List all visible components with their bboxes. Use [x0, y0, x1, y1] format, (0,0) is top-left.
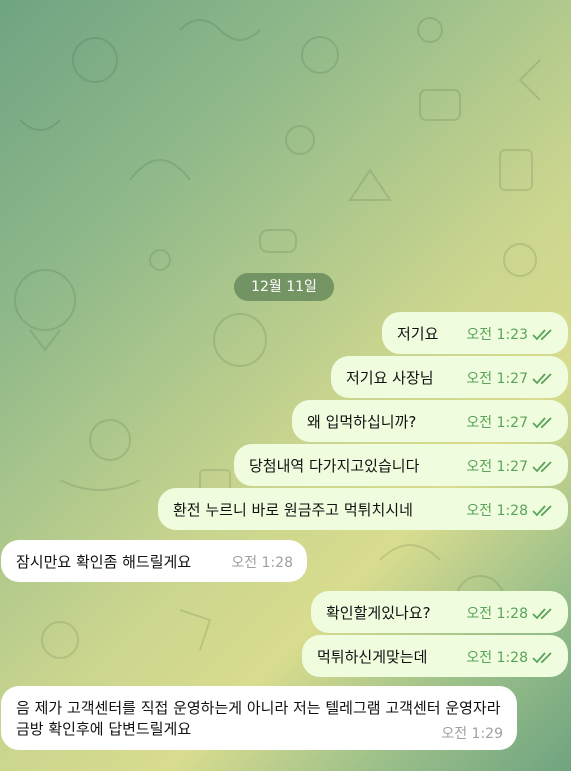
message-meta: 오전 1:27: [466, 457, 554, 477]
message-time: 오전 1:28: [231, 555, 293, 571]
message-time: 오전 1:27: [466, 371, 528, 387]
message-bubble-outgoing[interactable]: 저기요 사장님 오전 1:27: [331, 356, 568, 398]
message-text: 확인할게있나요?: [326, 604, 431, 622]
message-text: 잠시만요 확인좀 해드릴게요: [16, 553, 192, 571]
message-meta: 오전 1:23: [466, 325, 554, 345]
double-check-icon: [532, 461, 552, 473]
message-bubble-outgoing[interactable]: 먹튀하신게맞는데 오전 1:28: [302, 635, 568, 677]
message-time: 오전 1:27: [466, 415, 528, 431]
double-check-icon: [532, 329, 552, 341]
double-check-icon: [532, 608, 552, 620]
message-text: 먹튀하신게맞는데: [317, 648, 428, 666]
message-text: 저기요: [397, 325, 439, 343]
message-meta: 오전 1:28: [466, 648, 554, 668]
message-time: 오전 1:29: [441, 726, 503, 742]
message-bubble-outgoing[interactable]: 확인할게있나요? 오전 1:28: [311, 591, 568, 633]
double-check-icon: [532, 373, 552, 385]
message-text: 저기요 사장님: [346, 369, 434, 387]
message-meta: 오전 1:27: [466, 369, 554, 389]
message-time: 오전 1:28: [466, 606, 528, 622]
message-text: 환전 누르니 바로 원금주고 먹튀치시네: [173, 501, 413, 519]
message-time: 오전 1:27: [466, 459, 528, 475]
message-meta: 오전 1:29: [441, 724, 503, 744]
message-bubble-incoming[interactable]: 잠시만요 확인좀 해드릴게요 오전 1:28: [1, 540, 307, 582]
double-check-icon: [532, 417, 552, 429]
message-meta: 오전 1:28: [466, 501, 554, 521]
message-text: 당첨내역 다가지고있습니다: [249, 457, 420, 475]
message-meta: 오전 1:28: [466, 604, 554, 624]
date-separator: 12월 11일: [234, 273, 334, 301]
message-text: 왜 입먹하십니까?: [307, 413, 417, 431]
message-meta: 오전 1:27: [466, 413, 554, 433]
message-time: 오전 1:28: [466, 503, 528, 519]
message-bubble-outgoing[interactable]: 왜 입먹하십니까? 오전 1:27: [292, 400, 568, 442]
message-bubble-outgoing[interactable]: 저기요 오전 1:23: [382, 312, 568, 354]
message-bubble-outgoing[interactable]: 당첨내역 다가지고있습니다 오전 1:27: [234, 444, 568, 486]
message-bubble-outgoing[interactable]: 환전 누르니 바로 원금주고 먹튀치시네 오전 1:28: [158, 488, 568, 530]
double-check-icon: [532, 652, 552, 664]
message-text: 음 제가 고객센터를 직접 운영하는게 아니라 저는 텔레그램 고객센터 운영자…: [16, 699, 501, 738]
message-time: 오전 1:23: [466, 327, 528, 343]
message-bubble-incoming[interactable]: 음 제가 고객센터를 직접 운영하는게 아니라 저는 텔레그램 고객센터 운영자…: [1, 686, 517, 750]
message-time: 오전 1:28: [466, 650, 528, 666]
message-meta: 오전 1:28: [231, 553, 293, 573]
double-check-icon: [532, 505, 552, 517]
